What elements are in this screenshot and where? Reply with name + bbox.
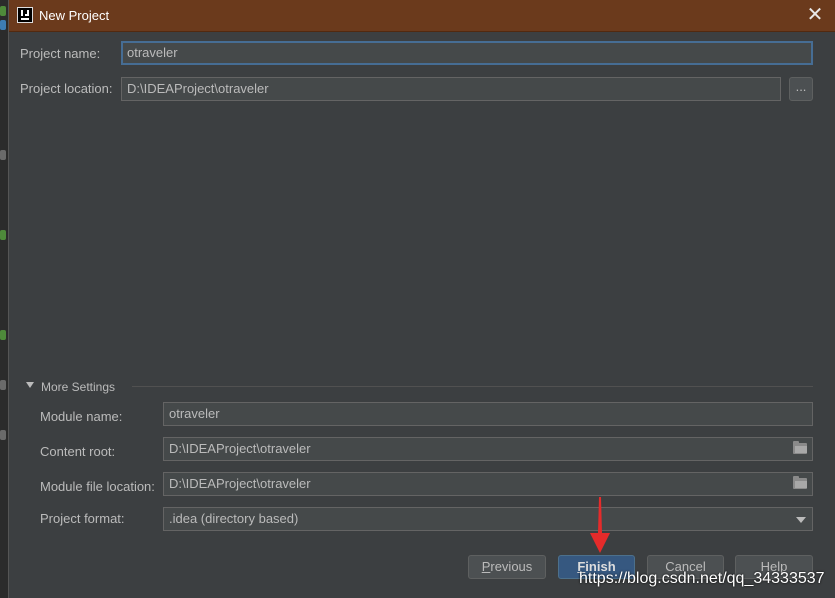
intellij-idea-icon (17, 7, 33, 23)
content-root-label: Content root: (40, 444, 116, 459)
ide-marker-icon (0, 230, 6, 240)
browse-location-button[interactable]: ... (789, 77, 813, 101)
more-settings-toggle[interactable]: More Settings (41, 380, 115, 394)
ide-marker-icon (0, 430, 6, 440)
previous-label: revious (490, 559, 533, 574)
project-name-input[interactable]: otraveler (121, 41, 813, 65)
module-name-input[interactable]: otraveler (163, 402, 813, 426)
module-name-label: Module name: (40, 409, 123, 424)
folder-icon[interactable] (793, 441, 807, 454)
project-location-input[interactable]: D:\IDEAProject\otraveler (121, 77, 781, 101)
close-icon[interactable]: ✕ (803, 3, 827, 27)
dialog-title: New Project (39, 8, 110, 23)
ide-marker-icon (0, 20, 6, 30)
project-format-label: Project format: (40, 511, 125, 526)
content-root-value: D:\IDEAProject\otraveler (169, 441, 311, 456)
watermark-text: https://blog.csdn.net/qq_34333537 (579, 570, 825, 587)
project-format-value: .idea (directory based) (169, 511, 299, 526)
annotation-arrow-icon (590, 497, 610, 553)
folder-icon[interactable] (793, 476, 807, 489)
separator-line (132, 386, 813, 387)
ide-marker-icon (0, 330, 6, 340)
project-location-label: Project location: (20, 81, 113, 96)
project-name-label: Project name: (20, 46, 101, 61)
previous-button[interactable]: Previous (468, 555, 546, 579)
module-file-location-value: D:\IDEAProject\otraveler (169, 476, 311, 491)
ide-marker-icon (0, 6, 6, 16)
expand-arrow-icon[interactable] (26, 380, 35, 389)
title-bar[interactable]: New Project ✕ (9, 0, 835, 32)
ide-marker-icon (0, 150, 6, 160)
module-file-location-label: Module file location: (40, 479, 155, 494)
content-root-field[interactable]: D:\IDEAProject\otraveler (163, 437, 813, 461)
new-project-dialog: New Project ✕ Project name: otraveler Pr… (8, 0, 835, 598)
module-file-location-field[interactable]: D:\IDEAProject\otraveler (163, 472, 813, 496)
project-format-select[interactable]: .idea (directory based) (163, 507, 813, 531)
chevron-down-icon (796, 517, 806, 523)
ide-marker-icon (0, 380, 6, 390)
